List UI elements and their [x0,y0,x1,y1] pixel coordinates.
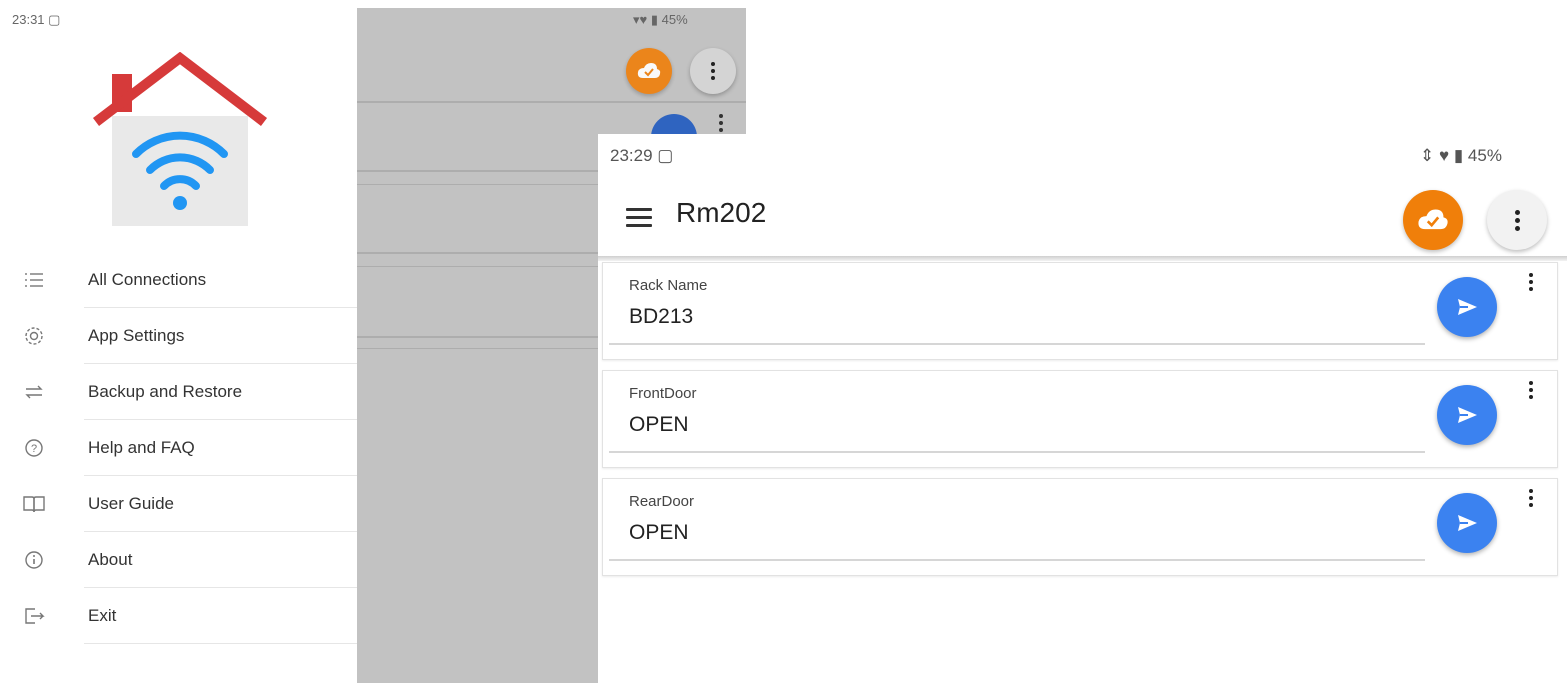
wifi-icon: ♥ [1438,146,1450,165]
send-button[interactable] [1437,385,1497,445]
menu-label: App Settings [88,326,185,345]
status-icons: ▾♥ ▮ 45% [633,12,688,28]
more-button-dimmed [690,48,736,94]
page-title: Rm202 [676,197,767,228]
battery-icon: ▮ [1453,146,1464,165]
card-more-icon[interactable] [1523,273,1539,299]
field-value: BD213 [629,305,694,328]
app-bar: Rm202 [598,186,1567,256]
menu-item-help-faq[interactable]: ? Help and FAQ [0,420,357,476]
exit-icon [25,608,45,624]
menu-item-exit[interactable]: Exit [0,588,357,644]
menu-item-user-guide[interactable]: User Guide [0,476,357,532]
list-item[interactable]: RearDoor OPEN [602,478,1558,576]
battery-icon: ▮ [650,12,659,27]
notification-icon: ▢ [48,12,61,27]
list-item[interactable]: FrontDoor OPEN [602,370,1558,468]
send-icon [1458,299,1477,315]
more-vert-icon [1514,209,1520,231]
send-icon [1458,407,1477,423]
cloud-check-icon [1418,209,1448,230]
menu-item-app-settings[interactable]: App Settings [0,308,357,364]
cloud-sync-button[interactable] [1403,190,1463,250]
data-arrows-icon: ⇕ [1420,146,1435,165]
wifi-icon: ▾♥ [633,12,648,27]
sync-arrows-icon [25,385,43,399]
menu-item-about[interactable]: About [0,532,357,588]
card-more-icon[interactable] [1523,381,1539,407]
cloud-sync-button-dimmed [626,48,672,94]
list-icon [25,273,43,287]
right-phone-screen: 23:29 ▢ ⇕ ♥ ▮ 45% Rm202 Rack Name BD213 [598,134,1567,683]
menu-item-backup-restore[interactable]: Backup and Restore [0,364,357,420]
list-item[interactable]: Rack Name BD213 [602,262,1558,360]
status-time: 23:31 [12,12,45,27]
book-icon [23,496,45,513]
status-bar-left: 23:29 ▢ [610,146,673,166]
menu-label: All Connections [88,270,207,289]
more-options-button[interactable] [1487,190,1547,250]
help-circle-icon: ? [25,439,43,457]
field-label: Rack Name [629,277,708,294]
card-more-icon[interactable] [1523,489,1539,515]
menu-label: Help and FAQ [88,438,195,457]
field-value: OPEN [629,521,689,544]
menu-item-all-connections[interactable]: All Connections [0,252,357,308]
status-bar-left: 23:31 ▢ [12,12,60,28]
menu-label: User Guide [88,494,174,513]
status-time: 23:29 [610,146,653,165]
svg-text:?: ? [31,443,37,455]
gear-icon [25,327,43,345]
more-vert-icon-dimmed [719,114,723,132]
hamburger-menu-icon[interactable] [626,208,652,230]
field-label: FrontDoor [629,385,697,402]
menu-label: Exit [88,606,117,625]
status-bar-right: ⇕ ♥ ▮ 45% [1420,146,1502,166]
cloud-check-icon [637,63,661,78]
battery-percent: 45% [661,12,688,27]
info-circle-icon [25,551,43,569]
battery-percent: 45% [1467,146,1502,165]
menu-label: Backup and Restore [88,382,243,401]
send-button[interactable] [1437,277,1497,337]
menu-label: About [88,550,133,569]
send-button[interactable] [1437,493,1497,553]
notification-icon: ▢ [657,146,674,165]
field-value: OPEN [629,413,689,436]
navigation-drawer: 23:31 ▢ All Connections App Settings Bac… [0,0,357,683]
field-label: RearDoor [629,493,695,510]
app-logo-house-wifi-icon [92,52,268,226]
send-icon [1458,515,1477,531]
more-vert-icon [711,62,715,80]
